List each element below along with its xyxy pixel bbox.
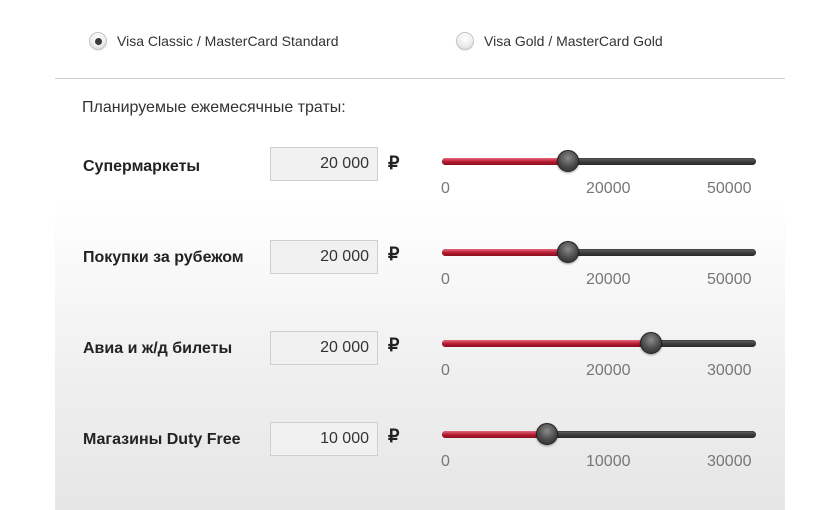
spending-row-supermarkets: Супермаркеты ₽ 0 20000 50000 bbox=[0, 147, 840, 210]
currency-symbol: ₽ bbox=[388, 426, 400, 446]
spending-row-tickets: Авиа и ж/д билеты ₽ 0 20000 30000 bbox=[0, 331, 840, 392]
row-label: Магазины Duty Free bbox=[83, 431, 241, 448]
slider-tick-min: 0 bbox=[441, 453, 450, 470]
currency-symbol: ₽ bbox=[388, 153, 400, 173]
currency-symbol: ₽ bbox=[388, 335, 400, 355]
slider-tick-mid: 20000 bbox=[586, 362, 631, 379]
radio-label-visa-gold[interactable]: Visa Gold / MasterCard Gold bbox=[484, 33, 663, 49]
row-label: Авиа и ж/д билеты bbox=[83, 340, 233, 357]
section-title: Планируемые ежемесячные траты: bbox=[82, 99, 346, 116]
currency-symbol: ₽ bbox=[388, 244, 400, 264]
slider-track-supermarkets[interactable] bbox=[442, 150, 756, 172]
slider-track-abroad[interactable] bbox=[442, 241, 756, 263]
slider-tick-min: 0 bbox=[441, 271, 450, 288]
amount-input-supermarkets[interactable] bbox=[270, 147, 378, 181]
spending-row-abroad: Покупки за рубежом ₽ 0 20000 50000 bbox=[0, 240, 840, 301]
radio-visa-classic[interactable]: Visa Classic / MasterCard Standard bbox=[89, 32, 339, 50]
slider-tick-max: 30000 bbox=[707, 453, 752, 470]
slider-handle-duty-free[interactable] bbox=[536, 423, 558, 445]
slider-tick-mid: 10000 bbox=[586, 453, 631, 470]
slider-tick-max: 30000 bbox=[707, 362, 752, 379]
slider-fill bbox=[442, 249, 568, 256]
slider-track-duty-free[interactable] bbox=[442, 423, 756, 445]
slider-fill bbox=[442, 158, 568, 165]
slider-handle-supermarkets[interactable] bbox=[557, 150, 579, 172]
slider-tick-max: 50000 bbox=[707, 271, 752, 288]
radio-dot-icon bbox=[95, 38, 102, 45]
radio-label-visa-classic[interactable]: Visa Classic / MasterCard Standard bbox=[117, 33, 339, 49]
amount-input-tickets[interactable] bbox=[270, 331, 378, 365]
card-type-selector: Visa Classic / MasterCard Standard Visa … bbox=[0, 0, 840, 78]
amount-input-abroad[interactable] bbox=[270, 240, 378, 274]
radio-visa-gold[interactable]: Visa Gold / MasterCard Gold bbox=[456, 32, 663, 50]
slider-track-tickets[interactable] bbox=[442, 332, 756, 354]
slider-tick-mid: 20000 bbox=[586, 180, 631, 197]
slider-tick-min: 0 bbox=[441, 180, 450, 197]
slider-tick-min: 0 bbox=[441, 362, 450, 379]
radio-button-icon[interactable] bbox=[89, 32, 107, 50]
slider-tick-max: 50000 bbox=[707, 180, 752, 197]
slider-handle-tickets[interactable] bbox=[640, 332, 662, 354]
spending-row-duty-free: Магазины Duty Free ₽ 0 10000 30000 bbox=[0, 422, 840, 483]
slider-handle-abroad[interactable] bbox=[557, 241, 579, 263]
slider-tick-mid: 20000 bbox=[586, 271, 631, 288]
row-label: Покупки за рубежом bbox=[83, 249, 244, 266]
radio-button-icon[interactable] bbox=[456, 32, 474, 50]
slider-fill bbox=[442, 431, 547, 438]
slider-fill bbox=[442, 340, 651, 347]
amount-input-duty-free[interactable] bbox=[270, 422, 378, 456]
row-label: Супермаркеты bbox=[83, 158, 201, 175]
